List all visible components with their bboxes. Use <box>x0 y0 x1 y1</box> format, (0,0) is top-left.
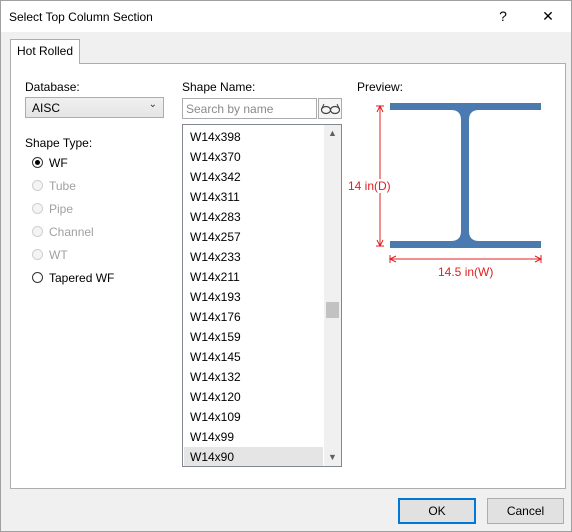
list-item[interactable]: W14x132 <box>184 367 323 387</box>
radio-label: Pipe <box>49 202 74 216</box>
depth-label: 14 in(D) <box>347 179 392 193</box>
ok-button[interactable]: OK <box>398 498 476 524</box>
title-bar: Select Top Column Section ? ✕ <box>1 1 571 32</box>
radio-label: WT <box>49 248 68 262</box>
list-item[interactable]: W14x193 <box>184 287 323 307</box>
glasses-icon <box>320 103 341 115</box>
list-item[interactable]: W14x109 <box>184 407 323 427</box>
radio-label: Tube <box>49 179 76 193</box>
scroll-thumb[interactable] <box>326 302 339 318</box>
scroll-down-icon[interactable]: ▼ <box>324 449 341 466</box>
shape-search-input[interactable] <box>182 98 317 119</box>
web <box>461 110 469 241</box>
list-item[interactable]: W14x370 <box>184 147 323 167</box>
width-label: 14.5 in(W) <box>438 265 494 279</box>
list-item[interactable]: W14x233 <box>184 247 323 267</box>
top-flange <box>390 103 541 110</box>
database-value: AISC <box>32 101 61 115</box>
glasses-button[interactable] <box>318 98 342 119</box>
database-dropdown[interactable]: AISC ⌄ <box>25 97 164 118</box>
radio-circle <box>32 272 43 283</box>
radio-label: Channel <box>49 225 94 239</box>
list-item[interactable]: W14x398 <box>184 127 323 147</box>
list-item[interactable]: W14x90 <box>184 447 323 466</box>
cancel-button[interactable]: Cancel <box>487 498 564 524</box>
radio-label: Tapered WF <box>49 271 115 285</box>
scroll-up-icon[interactable]: ▲ <box>324 125 341 142</box>
shape-name-label: Shape Name: <box>182 80 256 94</box>
list-item[interactable]: W14x176 <box>184 307 323 327</box>
list-item[interactable]: W14x257 <box>184 227 323 247</box>
close-button[interactable]: ✕ <box>525 1 571 32</box>
radio-circle <box>32 203 43 214</box>
list-item[interactable]: W14x311 <box>184 187 323 207</box>
help-button[interactable]: ? <box>480 1 526 32</box>
list-item[interactable]: W14x283 <box>184 207 323 227</box>
radio-circle <box>32 157 43 168</box>
tab-hot-rolled[interactable]: Hot Rolled <box>10 39 80 64</box>
list-item[interactable]: W14x99 <box>184 427 323 447</box>
chevron-down-icon: ⌄ <box>148 99 157 110</box>
preview-label: Preview: <box>357 80 404 94</box>
radio-label: WF <box>49 156 68 170</box>
radio-circle <box>32 226 43 237</box>
dialog-title: Select Top Column Section <box>9 10 153 24</box>
list-item[interactable]: W14x211 <box>184 267 323 287</box>
shape-list[interactable]: W14x398 W14x370 W14x342 W14x311 W14x283 W14x2… <box>182 124 342 467</box>
list-scrollbar[interactable]: ▲ ▼ <box>324 125 341 466</box>
database-label: Database: <box>25 80 80 94</box>
bottom-flange <box>390 241 541 248</box>
shape-type-label: Shape Type: <box>25 136 93 150</box>
list-item[interactable]: W14x145 <box>184 347 323 367</box>
radio-circle <box>32 180 43 191</box>
radio-circle <box>32 249 43 260</box>
list-item[interactable]: W14x120 <box>184 387 323 407</box>
close-icon: ✕ <box>542 8 554 24</box>
dialog-window: Select Top Column Section ? ✕ Hot Rolled… <box>0 0 572 532</box>
list-item[interactable]: W14x342 <box>184 167 323 187</box>
list-item[interactable]: W14x159 <box>184 327 323 347</box>
radio-selected-dot <box>35 160 40 165</box>
